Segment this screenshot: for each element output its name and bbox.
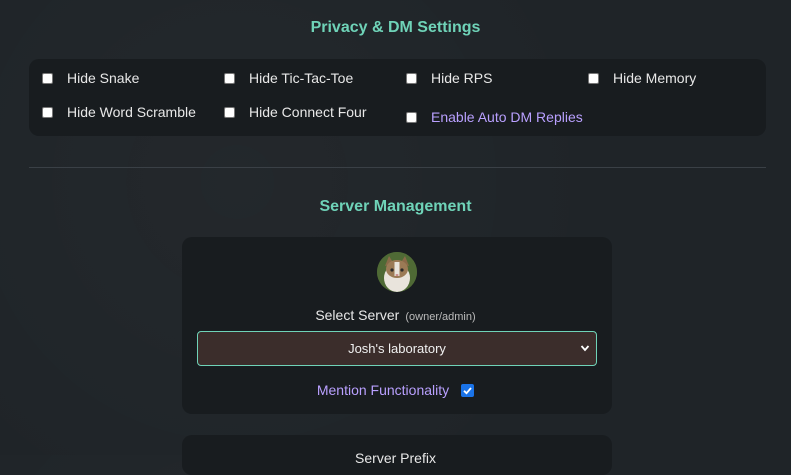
server-prefix-label: Server Prefix xyxy=(355,450,436,466)
selected-server-value: Josh's laboratory xyxy=(348,341,446,356)
hide-tictactoe-checkbox[interactable] xyxy=(224,72,235,84)
hide-tictactoe-label: Hide Tic-Tac-Toe xyxy=(249,70,354,86)
hide-word-scramble-label: Hide Word Scramble xyxy=(67,104,196,120)
hide-snake-label: Hide Snake xyxy=(67,70,140,86)
hide-connect-four-checkbox[interactable] xyxy=(224,106,235,118)
hide-rps-checkbox[interactable] xyxy=(406,72,417,84)
hide-word-scramble-checkbox[interactable] xyxy=(42,106,53,118)
hide-snake-checkbox[interactable] xyxy=(42,72,53,84)
hide-memory-checkbox[interactable] xyxy=(588,72,599,84)
auto-dm-replies-checkbox[interactable] xyxy=(406,111,417,123)
mention-functionality-row: Mention Functionality xyxy=(0,382,791,398)
hide-connect-four-label: Hide Connect Four xyxy=(249,104,367,120)
mention-functionality-checkbox[interactable] xyxy=(461,383,475,397)
hide-word-scramble-option[interactable]: Hide Word Scramble xyxy=(42,104,196,120)
select-server-label-row: Select Server (owner/admin) xyxy=(0,307,791,323)
hide-memory-option[interactable]: Hide Memory xyxy=(588,70,696,86)
hide-connect-four-option[interactable]: Hide Connect Four xyxy=(224,104,367,120)
hide-memory-label: Hide Memory xyxy=(613,70,697,86)
cat-avatar-icon xyxy=(377,252,417,292)
hide-rps-label: Hide RPS xyxy=(431,70,493,86)
auto-dm-replies-option[interactable]: Enable Auto DM Replies xyxy=(406,109,583,125)
server-avatar xyxy=(377,252,417,292)
select-server-label: Select Server xyxy=(315,307,400,323)
server-management-title: Server Management xyxy=(319,198,472,215)
auto-dm-replies-label: Enable Auto DM Replies xyxy=(431,109,583,125)
select-server-hint: (owner/admin) xyxy=(405,311,476,323)
checkmark-icon xyxy=(463,386,472,395)
hide-rps-option[interactable]: Hide RPS xyxy=(406,70,492,86)
hide-tictactoe-option[interactable]: Hide Tic-Tac-Toe xyxy=(224,70,353,86)
chevron-down-icon xyxy=(580,345,590,352)
server-select[interactable]: Josh's laboratory xyxy=(197,331,597,366)
mention-functionality-label: Mention Functionality xyxy=(316,382,450,398)
section-divider xyxy=(29,167,766,168)
privacy-settings-title: Privacy & DM Settings xyxy=(310,19,481,36)
hide-snake-option[interactable]: Hide Snake xyxy=(42,70,139,86)
